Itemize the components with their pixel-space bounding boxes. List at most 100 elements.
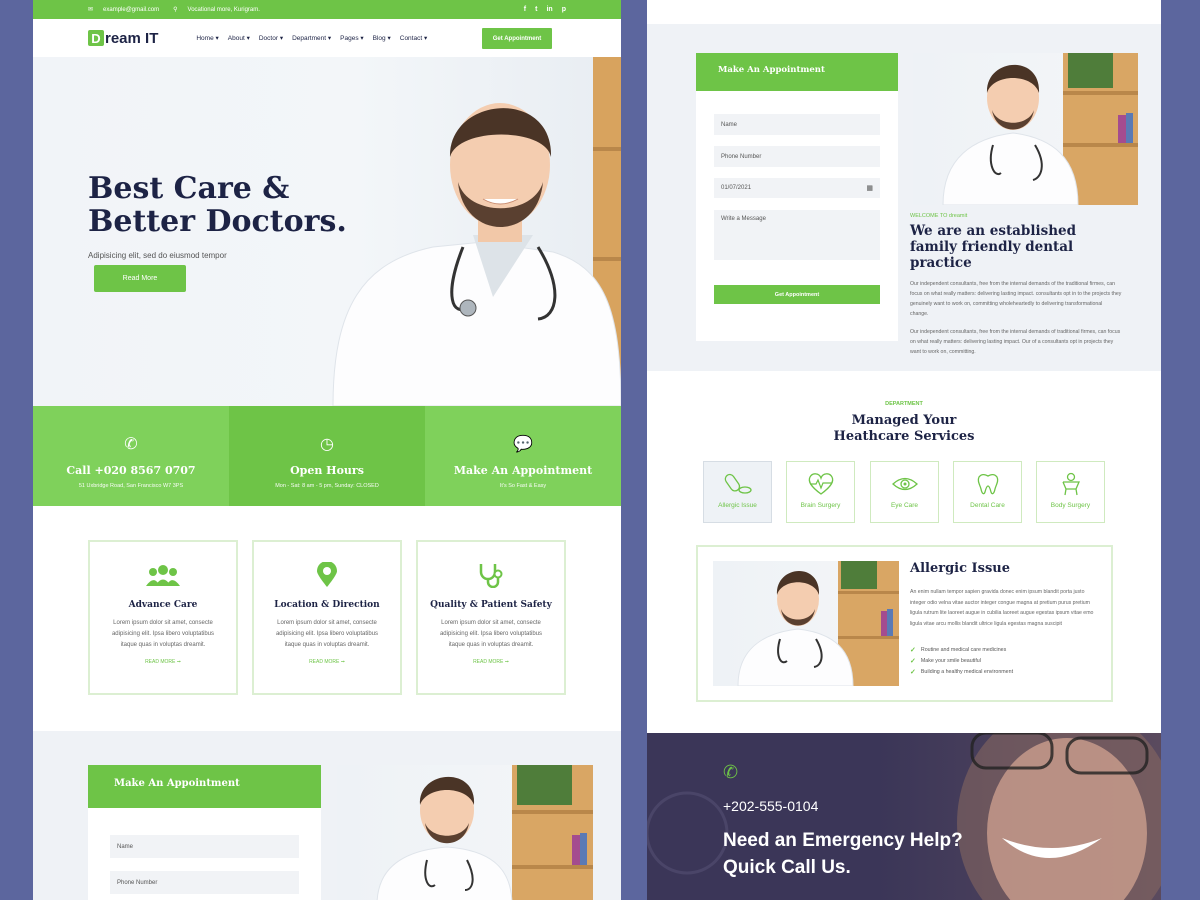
- feature-title: Location & Direction: [274, 600, 380, 610]
- info-hours[interactable]: ◷ Open Hours Mon - Sat: 8 am - 5 pm, Sun…: [229, 406, 425, 506]
- pinterest-icon[interactable]: p: [562, 6, 566, 13]
- nav-item-about[interactable]: About ▾: [228, 34, 250, 42]
- phone-field[interactable]: Phone Number: [110, 871, 299, 894]
- location-icon: ⚲: [173, 7, 178, 13]
- name-field[interactable]: Name: [714, 114, 880, 135]
- message-field[interactable]: Write a Message: [714, 210, 880, 260]
- nav-item-blog[interactable]: Blog ▾: [373, 34, 391, 42]
- nav-label: Contact: [399, 35, 423, 42]
- doctor-photo: [337, 765, 593, 900]
- detail-bullets: ✓ Routine and medical care medicines ✓ Mak…: [910, 644, 1013, 677]
- nav-item-doctor[interactable]: Doctor ▾: [259, 34, 283, 42]
- logo[interactable]: D ream IT: [88, 30, 158, 47]
- homepage-preview-left: ✉ example@gmail.com ⚲ Vocational more, K…: [33, 0, 621, 900]
- dept-label: Allergic Issue: [718, 502, 757, 509]
- feature-title: Quality & Patient Safety: [430, 600, 552, 610]
- info-appointment[interactable]: 💬 Make An Appointment It's So Fast & Eas…: [425, 406, 621, 506]
- top-bar: ✉ example@gmail.com ⚲ Vocational more, K…: [33, 0, 621, 19]
- nav-item-pages[interactable]: Pages ▾: [340, 34, 364, 42]
- dept-label: Dental Care: [970, 502, 1005, 509]
- clock-icon: ◷: [320, 436, 334, 453]
- chat-icon: 💬: [513, 436, 533, 453]
- welcome-paragraph: Our independent consultants, free from t…: [910, 329, 1121, 355]
- form-title: Make An Appointment: [696, 53, 898, 91]
- name-field[interactable]: Name: [110, 835, 299, 858]
- department-detail-card: Allergic Issue An enim nullam tempor sap…: [696, 545, 1113, 702]
- list-item: ✓ Routine and medical care medicines: [910, 644, 1013, 655]
- feature-text: Lorem ipsum dolor sit amet, consecte adi…: [111, 620, 215, 648]
- detail-text: An enim nullam tempor sapien gravida don…: [910, 589, 1094, 627]
- pills-icon: [704, 472, 771, 496]
- logo-text: ream IT: [105, 29, 159, 47]
- read-more-label: READ MORE: [309, 659, 340, 665]
- doctor-photo: [713, 561, 899, 686]
- section-divider: [647, 0, 1161, 24]
- info-title: Open Hours: [290, 464, 364, 477]
- homepage-preview-right: Make An Appointment Name Phone Number 01…: [647, 0, 1161, 900]
- info-call[interactable]: ✆ Call +020 8567 0707 51 Uxbridge Road, …: [33, 406, 229, 506]
- main-nav: D ream IT Home ▾ About ▾ Doctor ▾ Depart…: [33, 19, 621, 57]
- topbar-location: Vocational more, Kurigram.: [187, 6, 260, 13]
- feature-text: Lorem ipsum dolor sit amet, consecte adi…: [275, 620, 379, 648]
- info-title: Call +020 8567 0707: [66, 464, 196, 477]
- doctor-photo: [913, 53, 1138, 205]
- appointment-section-left: Make An Appointment Name Phone Number: [33, 731, 621, 900]
- date-field[interactable]: 01/07/2021 ▦: [714, 178, 880, 198]
- title-line: Quick Call Us.: [723, 857, 851, 878]
- phone-field[interactable]: Phone Number: [714, 146, 880, 167]
- info-text: 51 Uxbridge Road, San Francisco W7 3PS: [78, 483, 184, 489]
- logo-mark: D: [88, 30, 104, 46]
- nav-item-home[interactable]: Home ▾: [196, 34, 218, 42]
- hero-title: Best Care & Better Doctors.: [88, 171, 347, 239]
- read-more-link[interactable]: READ MORE ➞: [254, 659, 400, 665]
- phone-icon: ✆: [723, 762, 739, 782]
- dept-tab-allergic-issue[interactable]: Allergic Issue: [703, 461, 772, 523]
- nav-label: Blog: [372, 35, 386, 42]
- nav-label: Home: [196, 35, 214, 42]
- hero-section: Best Care & Better Doctors. Adipisicing …: [33, 57, 621, 406]
- welcome-tag: WELCOME TO dreamit: [910, 213, 968, 219]
- dept-tab-eye-care[interactable]: Eye Care: [870, 461, 939, 523]
- hero-subtitle: Adipisicing elit, sed do eiusmod tempor: [88, 251, 227, 260]
- nav-item-contact[interactable]: Contact ▾: [400, 34, 427, 42]
- get-appointment-button[interactable]: Get Appointment: [482, 28, 552, 49]
- bullet-text: Make your smile beautiful: [920, 657, 981, 664]
- dept-label: Brain Surgery: [800, 502, 841, 509]
- section-title: Managed Your Heathcare Services: [647, 413, 1161, 445]
- nav-item-department[interactable]: Department ▾: [292, 34, 331, 42]
- read-more-button[interactable]: Read More: [94, 265, 186, 292]
- emergency-title: Need an Emergency Help? Quick Call Us.: [723, 827, 983, 881]
- twitter-icon[interactable]: t: [535, 6, 537, 13]
- read-more-link[interactable]: READ MORE ➞: [418, 659, 564, 665]
- submit-appointment-button[interactable]: Get Appointment: [714, 285, 880, 304]
- title-line: Managed Your: [851, 413, 957, 428]
- emergency-section: ✆ +202-555-0104 Need an Emergency Help? …: [647, 733, 1161, 900]
- dept-tab-body-surgery[interactable]: Body Surgery: [1036, 461, 1105, 523]
- nav-label: About: [227, 35, 245, 42]
- facebook-icon[interactable]: f: [524, 6, 526, 13]
- check-icon: ✓: [910, 668, 916, 676]
- linkedin-icon[interactable]: in: [546, 6, 552, 13]
- eye-icon: [871, 472, 938, 496]
- location-pin-icon: [254, 562, 400, 588]
- list-item: ✓ Building a healthy medical environment: [910, 666, 1013, 677]
- date-value: 01/07/2021: [721, 185, 752, 191]
- dept-tab-brain-surgery[interactable]: Brain Surgery: [786, 461, 855, 523]
- welcome-title: We are an established family friendly de…: [910, 223, 1077, 271]
- read-more-link[interactable]: READ MORE ➞: [90, 659, 236, 665]
- welcome-paragraph: Our independent consultants, free from t…: [910, 281, 1122, 317]
- dept-label: Body Surgery: [1050, 502, 1091, 509]
- emergency-phone[interactable]: +202-555-0104: [723, 798, 818, 814]
- dept-tab-dental-care[interactable]: Dental Care: [953, 461, 1022, 523]
- calendar-icon[interactable]: ▦: [866, 184, 873, 192]
- list-item: ✓ Make your smile beautiful: [910, 655, 1013, 666]
- check-icon: ✓: [910, 646, 916, 654]
- dept-label: Eye Care: [890, 502, 919, 509]
- appointment-form: Make An Appointment Name Phone Number: [88, 765, 321, 900]
- feature-card-location: Location & Direction Lorem ipsum dolor s…: [252, 540, 402, 695]
- topbar-email[interactable]: example@gmail.com: [103, 7, 159, 13]
- social-links: f t in p: [524, 6, 566, 13]
- appointment-section: Make An Appointment Name Phone Number 01…: [647, 24, 1161, 371]
- feature-card-quality: Quality & Patient Safety Lorem ipsum dol…: [416, 540, 566, 695]
- tooth-icon: [954, 472, 1021, 496]
